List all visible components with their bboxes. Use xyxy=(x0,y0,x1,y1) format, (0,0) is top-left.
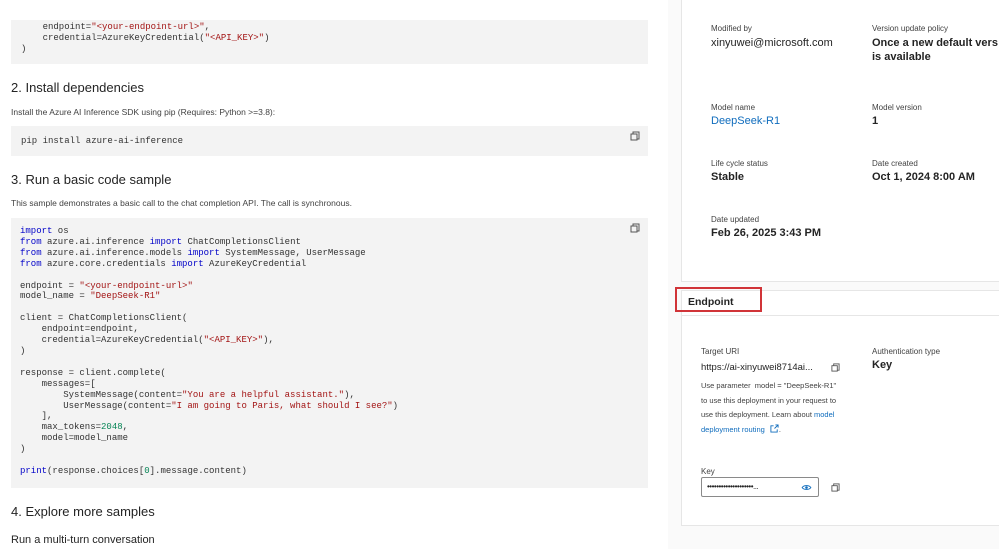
code-line: ) xyxy=(21,43,27,54)
copy-icon[interactable] xyxy=(831,483,840,492)
external-link-icon xyxy=(770,424,779,433)
modified-by-label: Modified by xyxy=(711,24,752,33)
code-block-pip: pip install azure-ai-inference xyxy=(11,126,648,156)
code-line: credential=AzureKeyCredential("<API_KEY>… xyxy=(21,32,270,43)
date-created-value: Oct 1, 2024 8:00 AM xyxy=(872,171,975,183)
code-block-client-init: endpoint="<your-endpoint-url>", credenti… xyxy=(11,20,648,64)
key-label: Key xyxy=(701,467,715,476)
code-line: endpoint="<your-endpoint-url>", xyxy=(21,22,211,32)
target-uri-label: Target URI xyxy=(701,347,740,356)
auth-type-value: Key xyxy=(872,359,893,371)
date-created-label: Date created xyxy=(872,159,918,168)
version-policy-value-cont: is available xyxy=(872,51,931,63)
code-line: import os from azure.ai.inference import… xyxy=(20,226,399,476)
date-updated-label: Date updated xyxy=(711,215,760,224)
copy-icon[interactable] xyxy=(831,363,840,372)
model-name-link[interactable]: DeepSeek-R1 xyxy=(711,115,780,127)
key-value: ••••••••••••••••••••... xyxy=(707,482,759,491)
install-description: Install the Azure AI Inference SDK using… xyxy=(11,107,276,117)
eye-icon[interactable] xyxy=(801,484,812,491)
multiturn-heading: Run a multi-turn conversation xyxy=(11,534,155,546)
deployment-routing-link[interactable]: deployment routing . xyxy=(701,424,781,434)
target-uri-value: https://ai-xinyuwei8714ai... xyxy=(701,362,813,373)
code-sample-panel: endpoint="<your-endpoint-url>", credenti… xyxy=(0,0,668,549)
usage-note-line-2: to use this deployment in your request t… xyxy=(701,396,837,405)
code-block-sample: import os from azure.ai.inference import… xyxy=(11,218,648,488)
copy-icon[interactable] xyxy=(630,223,640,233)
auth-type-label: Authentication type xyxy=(872,347,941,356)
usage-note-line-1: Use parameter model = "DeepSeek-R1" xyxy=(701,381,837,390)
run-sample-description: This sample demonstrates a basic call to… xyxy=(11,198,352,208)
model-version-value: 1 xyxy=(872,115,879,127)
modified-by-value: xinyuwei@microsoft.com xyxy=(711,37,833,49)
install-dependencies-heading: 2. Install dependencies xyxy=(11,80,144,95)
explore-samples-heading: 4. Explore more samples xyxy=(11,504,155,519)
version-policy-label: Version update policy xyxy=(872,24,949,33)
date-updated-value: Feb 26, 2025 3:43 PM xyxy=(711,227,822,239)
lifecycle-value: Stable xyxy=(711,171,745,183)
usage-note-line-3: use this deployment. Learn about model xyxy=(701,410,834,419)
endpoint-title-divider xyxy=(681,315,999,316)
model-version-label: Model version xyxy=(872,103,922,112)
endpoint-title: Endpoint xyxy=(688,296,734,308)
model-name-label: Model name xyxy=(711,103,756,112)
usage-note-text: use this deployment. Learn about xyxy=(701,410,814,419)
key-input[interactable]: ••••••••••••••••••••... xyxy=(701,477,819,497)
lifecycle-label: Life cycle status xyxy=(711,159,768,168)
model-link[interactable]: model xyxy=(814,410,834,419)
deployment-routing-text[interactable]: deployment routing xyxy=(701,425,765,434)
run-sample-heading: 3. Run a basic code sample xyxy=(11,172,172,187)
version-policy-value: Once a new default vers xyxy=(872,37,998,49)
copy-icon[interactable] xyxy=(630,131,640,141)
pip-command: pip install azure-ai-inference xyxy=(21,136,184,146)
